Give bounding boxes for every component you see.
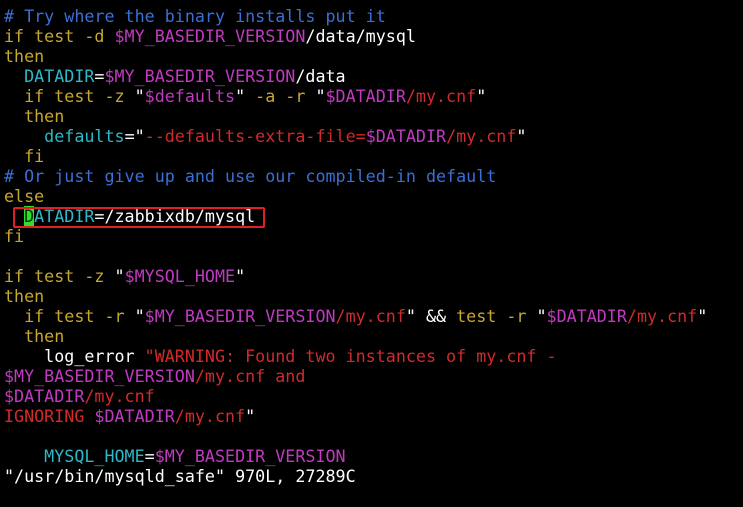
code-line: then [4, 286, 739, 306]
code-token: " [134, 126, 145, 146]
code-line: DATADIR=$MY_BASEDIR_VERSION/data [4, 66, 739, 86]
code-token: " [516, 126, 527, 146]
code-token: " [235, 266, 246, 286]
code-line: else [4, 186, 739, 206]
code-token: " [114, 266, 125, 286]
code-token: --defaults-extra-file= [144, 126, 366, 146]
code-token: "/usr/bin/mysqld_safe" 970L, 27289C [4, 466, 356, 486]
code-token: " [476, 86, 487, 106]
code-token: /my.cnf [626, 306, 698, 326]
code-line: then [4, 106, 739, 126]
code-token: " [315, 86, 326, 106]
code-token: " [134, 306, 145, 326]
code-token: " [245, 406, 256, 426]
code-token: then [4, 46, 45, 66]
code-token: /my.cnf [84, 386, 155, 406]
code-token: defaults [4, 126, 125, 146]
code-token: $MY_BASEDIR_VERSION [104, 66, 296, 86]
code-token: $defaults [144, 86, 236, 106]
code-token: MYSQL_HOME [4, 446, 145, 466]
code-token: # Or just give up and use our compiled-i… [4, 166, 497, 186]
code-line: fi [4, 226, 739, 246]
code-token: = [144, 446, 155, 466]
code-token: -a -r [245, 86, 316, 106]
code-token: fi [4, 226, 25, 246]
code-token: $MY_BASEDIR_VERSION [154, 446, 346, 466]
code-line: # Or just give up and use our compiled-i… [4, 166, 739, 186]
vim-editor[interactable]: # Try where the binary installs put it if… [4, 6, 739, 486]
code-token: && [415, 306, 457, 326]
code-line: then [4, 46, 739, 66]
code-token: if test -d [4, 26, 115, 46]
code-line: if test -r "$MY_BASEDIR_VERSION/my.cnf" … [4, 306, 739, 326]
code-token: DATADIR [4, 66, 95, 86]
code-token: log_error [4, 346, 145, 366]
code-token: /my.cnf [174, 406, 246, 426]
highlight-annotation-box [13, 207, 265, 228]
code-token: " [536, 306, 547, 326]
code-token: $DATADIR [325, 86, 406, 106]
code-token: /data [295, 66, 346, 86]
code-token: if test -z [4, 86, 135, 106]
code-line: if test -d $MY_BASEDIR_VERSION/data/mysq… [4, 26, 739, 46]
code-line: IGNORING $DATADIR/my.cnf" [4, 406, 739, 426]
code-token: $DATADIR [94, 406, 175, 426]
code-line: MYSQL_HOME=$MY_BASEDIR_VERSION [4, 446, 739, 466]
code-line: if test -z "$defaults" -a -r "$DATADIR/m… [4, 86, 739, 106]
code-token: " [134, 86, 145, 106]
code-token: /my.cnf [446, 126, 517, 146]
code-token: /data/mysql [305, 26, 416, 46]
code-line: log_error "WARNING: Found two instances … [4, 346, 739, 366]
code-token: then [4, 106, 65, 126]
code-token: if test -z [4, 266, 115, 286]
code-line: if test -z "$MYSQL_HOME" [4, 266, 739, 286]
code-token: " [235, 86, 246, 106]
code-line: fi [4, 146, 739, 166]
code-token: " [405, 306, 416, 326]
code-token: = [94, 66, 105, 86]
code-token: $DATADIR [4, 386, 85, 406]
code-token: /my.cnf and [194, 366, 306, 386]
code-token: else [4, 186, 45, 206]
code-token: /my.cnf [335, 306, 406, 326]
code-token: $DATADIR [365, 126, 447, 146]
code-line: then [4, 326, 739, 346]
code-token: if test -r [4, 306, 135, 326]
code-token: = [124, 126, 135, 146]
code-token: /my.cnf [405, 86, 477, 106]
status-line: "/usr/bin/mysqld_safe" 970L, 27289C [4, 466, 739, 486]
code-token: $MY_BASEDIR_VERSION [4, 366, 195, 386]
code-token: $MY_BASEDIR_VERSION [114, 26, 306, 46]
code-line: # Try where the binary installs put it [4, 6, 739, 26]
code-token: test -r [456, 306, 537, 326]
code-token: "WARNING: Found two instances of my.cnf … [144, 346, 557, 366]
code-token: " [697, 306, 708, 326]
code-line: defaults="--defaults-extra-file=$DATADIR… [4, 126, 739, 146]
code-token: then [4, 326, 65, 346]
code-token: $DATADIR [546, 306, 627, 326]
code-token: # Try where the binary installs put it [4, 6, 386, 26]
code-token: fi [4, 146, 45, 166]
code-token: IGNORING [4, 406, 95, 426]
code-token: then [4, 286, 45, 306]
code-token: $MY_BASEDIR_VERSION [144, 306, 336, 326]
code-line: $MY_BASEDIR_VERSION/my.cnf and [4, 366, 739, 386]
code-token: $MYSQL_HOME [124, 266, 236, 286]
code-line: $DATADIR/my.cnf [4, 386, 739, 406]
